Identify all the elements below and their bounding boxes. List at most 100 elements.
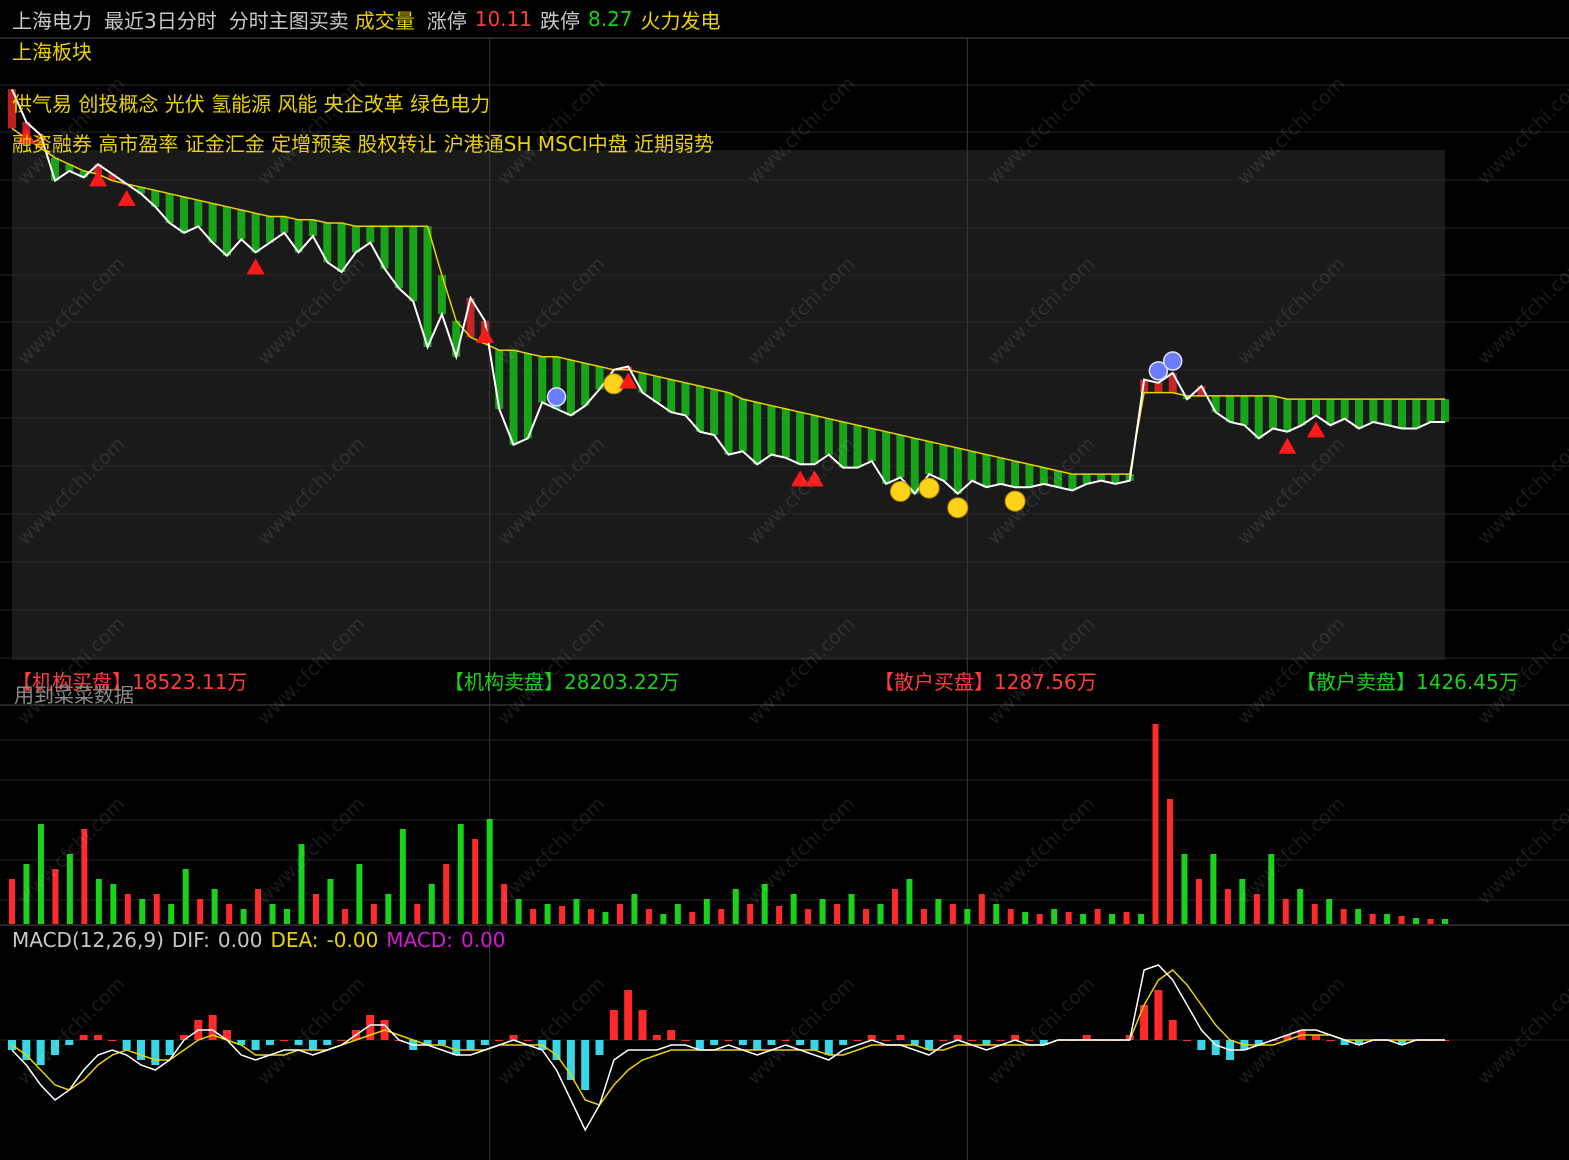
volume-bar (776, 906, 783, 924)
volume-bar (993, 904, 1000, 924)
volume-label[interactable]: 成交量 (355, 5, 415, 34)
macd-bar (523, 1040, 532, 1041)
flow-bar (1383, 399, 1392, 426)
dea-value: -0.00 (326, 928, 379, 952)
flow-bar (1240, 395, 1249, 426)
macd-bar (79, 1035, 88, 1040)
volume-bar (1138, 914, 1145, 924)
view-label[interactable]: 最近3日分时 (104, 5, 217, 34)
volume-bar (1326, 899, 1333, 924)
dif-value: 0.00 (217, 928, 263, 952)
flow-bar (968, 451, 977, 481)
macd-bar (323, 1040, 332, 1045)
flow-bar (495, 350, 504, 409)
flow-bar (1340, 399, 1349, 419)
volume-bar (182, 869, 189, 924)
flow-bar (581, 363, 590, 406)
macd-bar (1154, 990, 1163, 1040)
data-note: 用到菜菜数据 (14, 683, 134, 707)
macd-bar (1197, 1040, 1206, 1050)
macd-bar (939, 1040, 948, 1041)
flow-bar (781, 408, 790, 458)
volume-bar (602, 912, 609, 924)
macd-bar (466, 1040, 475, 1050)
flow-bar (308, 219, 317, 237)
flow-bar (1441, 399, 1449, 422)
macd-bar (1326, 1040, 1335, 1041)
volume-bar (240, 909, 247, 924)
volume-bar (1311, 904, 1318, 924)
macd-bar (810, 1040, 819, 1050)
flow-bar (1398, 399, 1407, 429)
volume-bar (805, 909, 812, 924)
volume-bar (9, 879, 15, 924)
concept-tags: 供气易 创投概念 光伏 氢能源 风能 央企改革 绿色电力 (12, 92, 491, 116)
flow-bar (538, 356, 547, 403)
macd-bar (1025, 1040, 1034, 1041)
volume-bar (1036, 914, 1043, 924)
volume-bar (747, 904, 754, 924)
macd-bar (853, 1040, 862, 1041)
macd-bar (1183, 1040, 1192, 1041)
flow-bar (1039, 467, 1048, 484)
volume-bar (1442, 919, 1448, 924)
volume-bar (298, 844, 305, 924)
macd-bar (36, 1040, 45, 1065)
smile-signal-icon (947, 497, 969, 519)
volume-bar (674, 904, 681, 924)
flow-bar (1254, 395, 1263, 439)
flow-bar (681, 382, 690, 416)
macd-bar (151, 1040, 160, 1065)
macd-bar (552, 1040, 561, 1060)
volume-bar (110, 884, 117, 924)
volume-bar (587, 909, 594, 924)
macd-bar (265, 1040, 274, 1045)
volume-bar (501, 884, 508, 924)
macd-bar (65, 1040, 74, 1045)
volume-bar (139, 899, 146, 924)
volume-bar (863, 909, 870, 924)
flow-bar (1426, 399, 1435, 422)
volume-bar (949, 904, 956, 924)
volume-bar (515, 899, 522, 924)
macd-bar (681, 1040, 690, 1041)
volume-bar (95, 879, 102, 924)
retail-buy: 【散户买盘】1287.56万 (874, 666, 1097, 695)
macd-bar (996, 1040, 1005, 1041)
inst-buy-value: 18523.11万 (132, 670, 248, 694)
volume-bar (790, 894, 797, 924)
flow-bar (366, 226, 375, 243)
smile-signal-icon (603, 373, 625, 395)
volume-bar (1369, 914, 1376, 924)
volume-bar (1210, 854, 1217, 924)
volume-bar (1065, 912, 1072, 924)
flow-bar (437, 275, 446, 315)
flow-bar (910, 438, 919, 494)
flow-bar (853, 425, 862, 468)
flow-bar (566, 360, 575, 416)
macd-bar (882, 1040, 891, 1041)
volume-bar (1340, 909, 1347, 924)
dea-label: DEA: (270, 928, 319, 952)
retail-buy-value: 1287.56万 (994, 670, 1097, 694)
volume-bar (1123, 912, 1130, 924)
volume-bar (834, 904, 841, 924)
macd-label[interactable]: MACD(12,26,9) (12, 928, 164, 952)
flow-bar (839, 421, 848, 468)
volume-bar (1253, 894, 1260, 924)
volume-bar (81, 829, 88, 924)
volume-bar (1152, 724, 1159, 924)
volume-bar (1268, 854, 1275, 924)
volume-bar (703, 899, 710, 924)
volume-bar (1022, 912, 1029, 924)
macd-value: 0.00 (461, 928, 506, 952)
volume-bar (428, 884, 435, 924)
macd-bar (495, 1040, 504, 1041)
volume-bar (631, 894, 638, 924)
indicator-label[interactable]: 分时主图买卖 (229, 5, 349, 34)
macd-bar (452, 1040, 461, 1055)
volume-bar (544, 904, 551, 924)
volume-bar (385, 894, 392, 924)
stock-name[interactable]: 上海电力 (12, 5, 92, 34)
flow-bar (824, 418, 833, 455)
